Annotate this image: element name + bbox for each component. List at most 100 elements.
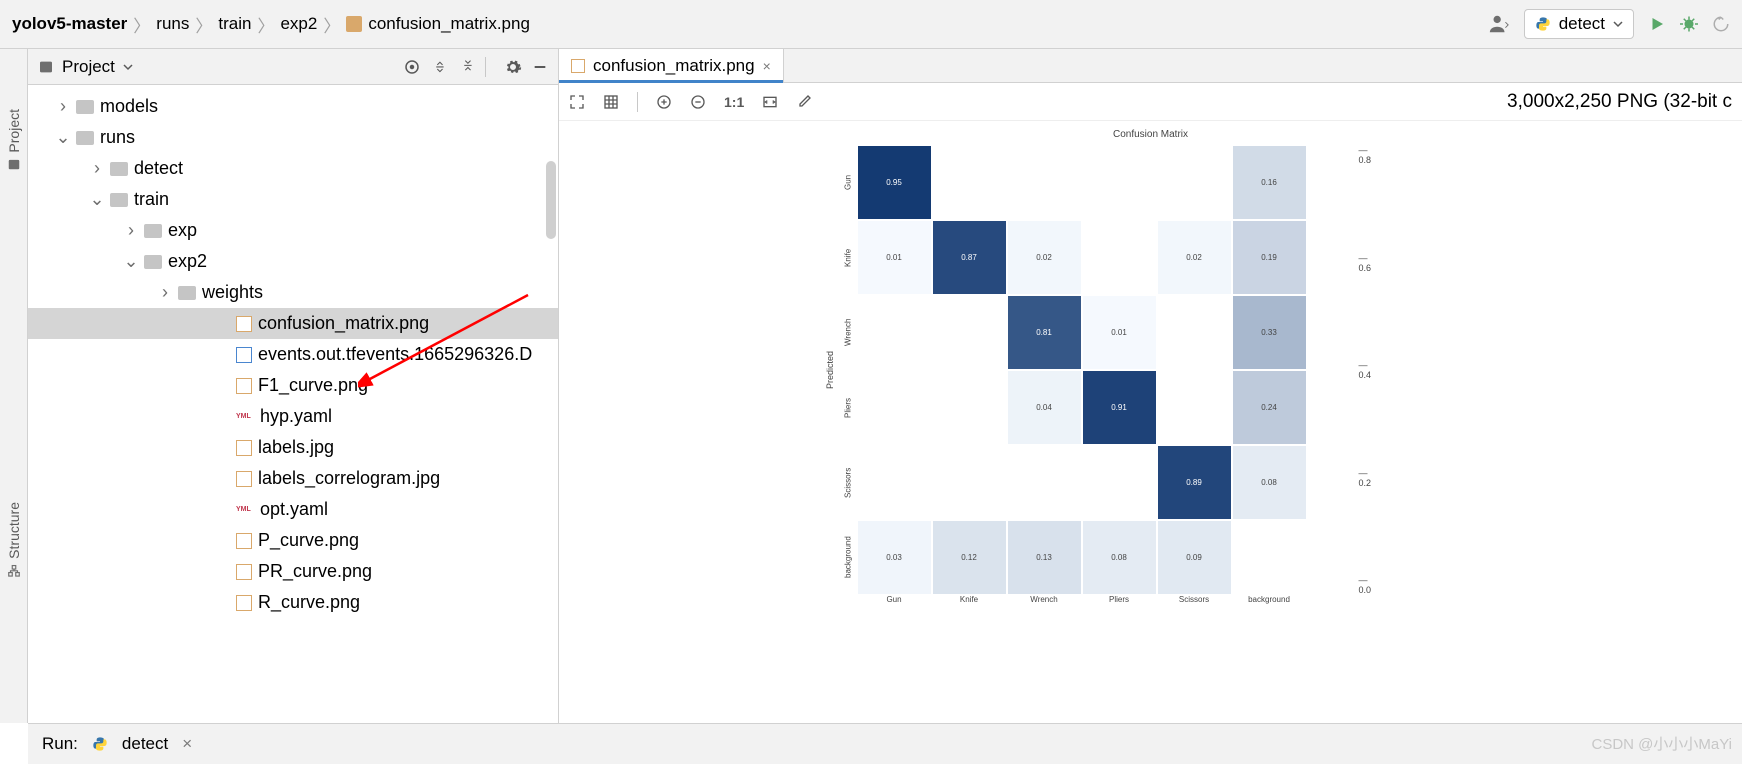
gear-icon[interactable] [504,58,522,76]
tree-folder-detect[interactable]: ›detect [28,153,558,184]
heatmap-cell: 0.24 [1232,370,1307,445]
run-config-name[interactable]: detect [122,734,168,754]
colorbar: — 0.8— 0.6— 0.4— 0.2— 0.0 [1355,145,1359,595]
chevron-down-icon: ⌄ [124,251,138,272]
chevron-down-icon [1613,19,1623,29]
heatmap-cell: 0.13 [1007,520,1082,595]
tree-file-events[interactable]: events.out.tfevents.1665296326.D [28,339,558,370]
hide-icon[interactable] [532,59,548,75]
tree-file-labels-corr[interactable]: labels_correlogram.jpg [28,463,558,494]
tree-folder-exp2[interactable]: ⌄exp2 [28,246,558,277]
image-toolbar: 1:1 3,000x2,250 PNG (32-bit c [559,83,1742,121]
chart-row-label: Knife [839,220,857,295]
heatmap-cell [857,295,932,370]
debug-button[interactable] [1680,15,1698,33]
image-file-icon [236,533,252,549]
run-config-select[interactable]: detect [1524,9,1634,39]
breadcrumb-item[interactable]: train [218,14,251,34]
bottom-bar: Run: detect × [28,723,1742,764]
heatmap-cell: 0.16 [1232,145,1307,220]
expand-all-icon[interactable] [431,58,449,76]
tree-folder-models[interactable]: ›models [28,91,558,122]
tree-folder-train[interactable]: ⌄train [28,184,558,215]
image-file-icon [236,595,252,611]
chevron-down-icon[interactable] [123,62,133,72]
zoom-1-1[interactable]: 1:1 [724,94,744,110]
chevron-right-icon: › [90,158,104,179]
tree-file-labels[interactable]: labels.jpg [28,432,558,463]
zoom-out-icon[interactable] [690,94,706,110]
folder-icon [110,162,128,176]
scrollbar-thumb[interactable] [546,161,556,239]
tree-file-r-curve[interactable]: R_curve.png [28,587,558,618]
heatmap-cell: 0.01 [1082,295,1157,370]
tree-file-confusion-matrix[interactable]: confusion_matrix.png [28,308,558,339]
image-file-icon [236,440,252,456]
image-canvas[interactable]: Confusion Matrix PredictedGun0.950.16Kni… [559,121,1742,723]
tree-file-pr-curve[interactable]: PR_curve.png [28,556,558,587]
heatmap-cell [932,295,1007,370]
chevron-right-icon: › [124,220,138,241]
chart-col-label: Pliers [1082,595,1157,604]
tree-folder-weights[interactable]: ›weights [28,277,558,308]
breadcrumb-item[interactable]: confusion_matrix.png [368,14,530,34]
tree-folder-exp[interactable]: ›exp [28,215,558,246]
project-icon [7,158,21,172]
image-file-icon [236,316,252,332]
chevron-right-icon: 〉 [323,12,340,37]
run-button[interactable] [1648,15,1666,33]
chevron-right-icon: 〉 [133,12,150,37]
zoom-in-icon[interactable] [656,94,672,110]
select-opened-icon[interactable] [403,58,421,76]
project-tree[interactable]: ›models ⌄runs ›detect ⌄train ›exp ⌄exp2 … [28,85,558,723]
chart-row-label: Wrench [839,295,857,370]
heatmap-cell: 0.08 [1082,520,1157,595]
yaml-file-icon: YML [236,410,254,424]
heatmap-cell: 0.95 [857,145,932,220]
color-picker-icon[interactable] [796,94,812,110]
chart-col-label: Scissors [1157,595,1232,604]
fullscreen-icon[interactable] [569,94,585,110]
breadcrumb-item[interactable]: runs [156,14,189,34]
chevron-down-icon: ⌄ [56,127,70,148]
chart-col-label: Gun [857,595,932,604]
tree-file-hyp[interactable]: YMLhyp.yaml [28,401,558,432]
stop-button[interactable] [1712,15,1730,33]
chart-col-label: background [1232,595,1307,604]
chart-col-label: Knife [932,595,1007,604]
project-tool-button[interactable]: Project [6,109,22,172]
fit-icon[interactable] [762,94,778,110]
close-icon[interactable]: × [182,734,192,754]
heatmap-cell: 0.02 [1007,220,1082,295]
close-tab-icon[interactable]: × [763,58,771,74]
breadcrumb-root[interactable]: yolov5-master [12,14,127,34]
chevron-right-icon: › [158,282,172,303]
heatmap-cell [1082,445,1157,520]
editor-tab[interactable]: confusion_matrix.png × [559,49,784,82]
chevron-down-icon: ⌄ [90,189,104,210]
structure-tool-button[interactable]: Structure [6,502,22,578]
collapse-all-icon[interactable] [459,58,477,76]
run-label: Run: [42,734,78,754]
file-icon [236,347,252,363]
tree-file-p-curve[interactable]: P_curve.png [28,525,558,556]
heatmap-cell [932,145,1007,220]
heatmap-cell [1157,145,1232,220]
watermark: CSDN @小小小MaYi [1591,733,1732,754]
heatmap-cell: 0.02 [1157,220,1232,295]
chevron-right-icon: 〉 [195,12,212,37]
tree-folder-runs[interactable]: ⌄runs [28,122,558,153]
editor-tabs: confusion_matrix.png × [559,49,1742,83]
breadcrumb-item[interactable]: exp2 [280,14,317,34]
breadcrumb[interactable]: yolov5-master 〉 runs 〉 train 〉 exp2 〉 co… [12,12,1488,37]
grid-icon[interactable] [603,94,619,110]
top-toolbar: yolov5-master 〉 runs 〉 train 〉 exp2 〉 co… [0,0,1742,49]
tree-file-opt[interactable]: YMLopt.yaml [28,494,558,525]
image-file-icon [236,378,252,394]
heatmap-cell [932,445,1007,520]
tree-file-f1[interactable]: F1_curve.png [28,370,558,401]
folder-icon [76,100,94,114]
left-tool-strip: Project Structure [0,49,28,723]
chart-title: Confusion Matrix [821,129,1481,140]
user-icon[interactable] [1488,13,1510,35]
